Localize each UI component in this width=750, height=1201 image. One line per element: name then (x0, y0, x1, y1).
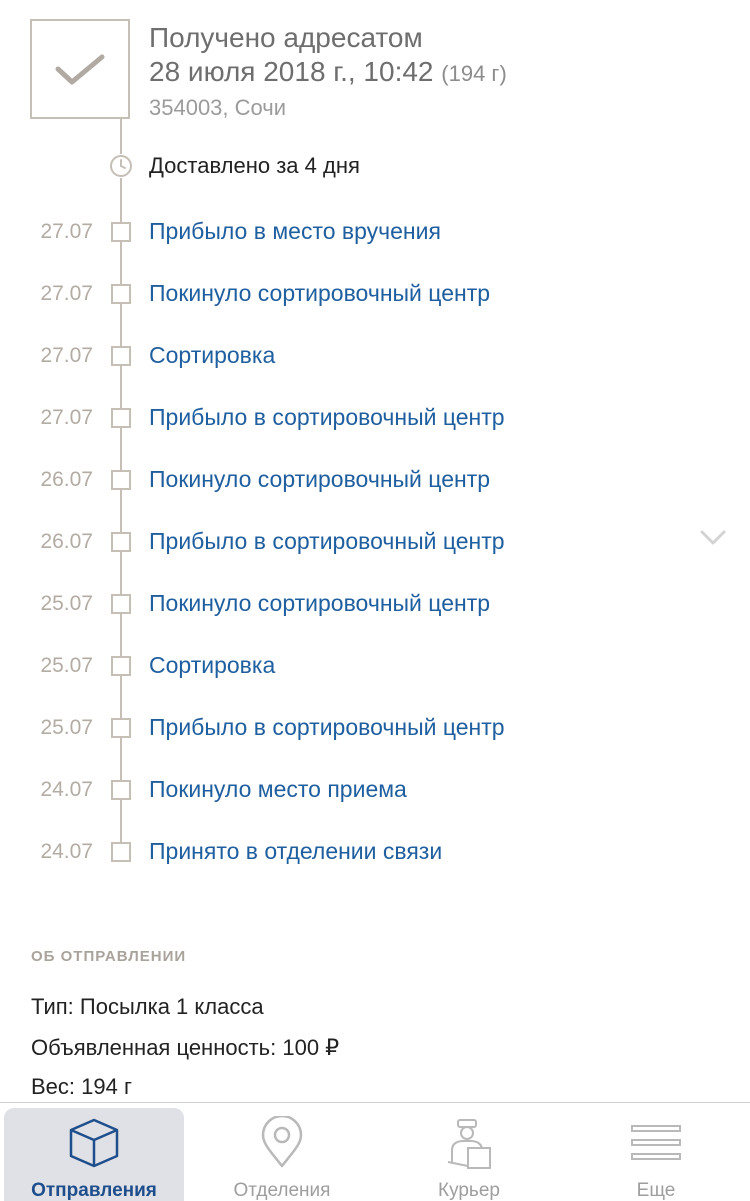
event-date: 26.07 (40, 530, 93, 553)
event-date: 27.07 (40, 282, 93, 305)
event-marker (111, 656, 131, 676)
event-status-link[interactable]: Прибыло в сортировочный центр (149, 404, 505, 431)
event-status-link[interactable]: Покинуло сортировочный центр (149, 590, 490, 617)
event-marker (111, 470, 131, 490)
tab-bar: Отправления Отделения Курьер Еще (0, 1102, 750, 1201)
event-marker (111, 284, 131, 304)
event-date: 25.07 (40, 654, 93, 677)
event-status-link[interactable]: Покинуло место приема (149, 776, 407, 803)
event-status-link[interactable]: Сортировка (149, 652, 275, 679)
event-marker (111, 408, 131, 428)
about-weight: Вес: 194 г (31, 1074, 132, 1099)
event-status-link[interactable]: Принято в отделении связи (149, 838, 442, 865)
event-status-link[interactable]: Покинуло сортировочный центр (149, 280, 490, 307)
tab-offices-label: Отделения (233, 1180, 331, 1201)
event-marker (111, 718, 131, 738)
chevron-down-icon[interactable] (700, 530, 726, 546)
status-weight: (194 г) (441, 61, 507, 86)
event-date: 25.07 (40, 592, 93, 615)
event-date: 24.07 (40, 778, 93, 801)
status-date: 28 июля 2018 г., 10:42 (194 г) (149, 56, 507, 88)
delivered-duration: Доставлено за 4 дня (149, 153, 360, 178)
menu-lines-icon (631, 1125, 681, 1160)
event-marker (111, 780, 131, 800)
event-date: 26.07 (40, 468, 93, 491)
tab-more-label: Еще (636, 1180, 676, 1201)
location-pin-icon (261, 1116, 303, 1168)
event-date: 27.07 (40, 220, 93, 243)
tab-shipments[interactable]: Отправления (4, 1108, 184, 1201)
event-date: 27.07 (40, 344, 93, 367)
checkmark-icon (55, 54, 105, 85)
tab-offices[interactable]: Отделения (192, 1108, 372, 1201)
event-marker (111, 842, 131, 862)
tab-courier-label: Курьер (438, 1180, 500, 1201)
event-date: 27.07 (40, 406, 93, 429)
event-marker (111, 594, 131, 614)
about-type: Тип: Посылка 1 класса (31, 994, 264, 1019)
event-status-link[interactable]: Прибыло в сортировочный центр (149, 714, 505, 741)
tab-courier[interactable]: Курьер (379, 1108, 559, 1201)
status-checkbox (30, 19, 130, 119)
about-declared-value: Объявленная ценность: 100 ₽ (31, 1035, 340, 1060)
status-place: 354003, Сочи (149, 95, 287, 120)
event-marker (111, 346, 131, 366)
tab-shipments-label: Отправления (31, 1180, 157, 1201)
courier-icon (447, 1119, 491, 1169)
about-section-title: ОБ ОТПРАВЛЕНИИ (31, 948, 187, 965)
tracking-screen: Получено адресатом 28 июля 2018 г., 10:4… (0, 0, 750, 1201)
tab-more[interactable]: Еще (566, 1108, 746, 1201)
event-marker (111, 222, 131, 242)
event-date: 24.07 (40, 840, 93, 863)
event-status-link[interactable]: Сортировка (149, 342, 275, 369)
clock-icon (109, 154, 133, 178)
event-status-link[interactable]: Покинуло сортировочный центр (149, 466, 490, 493)
event-date: 25.07 (40, 716, 93, 739)
status-title: Получено адресатом (149, 22, 423, 53)
status-date-text: 28 июля 2018 г., 10:42 (149, 56, 434, 87)
event-marker (111, 532, 131, 552)
event-status-link[interactable]: Прибыло в место вручения (149, 218, 441, 245)
event-status-link[interactable]: Прибыло в сортировочный центр (149, 528, 505, 555)
parcel-box-icon (69, 1118, 119, 1168)
